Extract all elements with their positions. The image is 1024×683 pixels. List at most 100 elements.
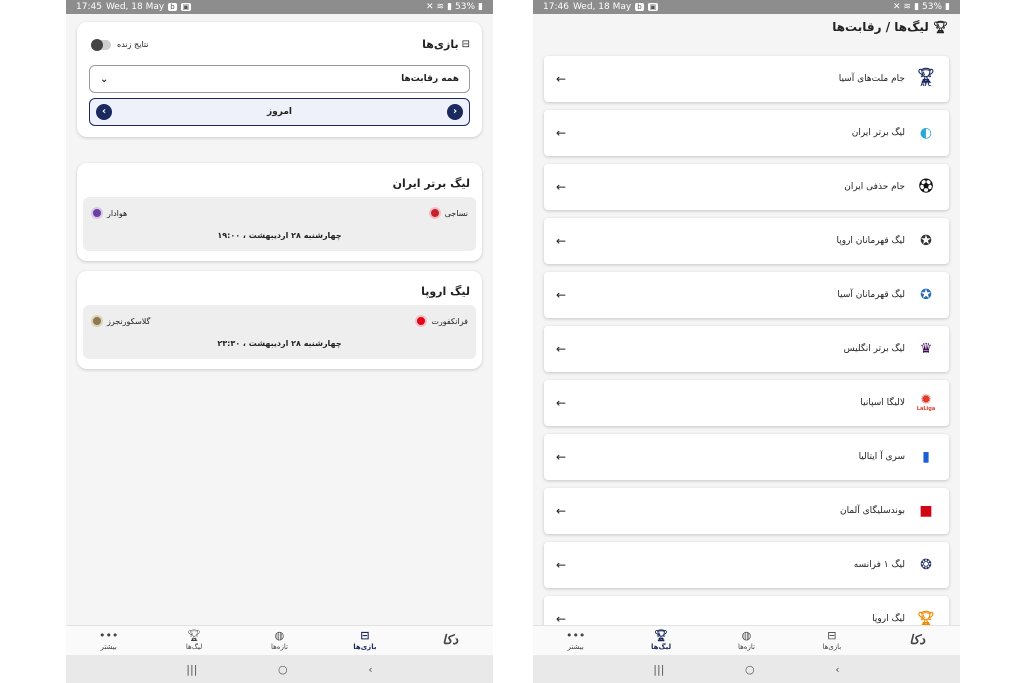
league-list-item[interactable]: ← لیگ قهرمانان اروپا ✪ xyxy=(544,218,949,264)
wifi-icon: ≋ xyxy=(903,2,912,12)
nav-news[interactable]: ◍ تازه‌ها xyxy=(716,629,776,652)
logo-text: AFC xyxy=(920,82,932,88)
signal-icon: ▮ xyxy=(447,2,453,12)
league-list-item[interactable]: ← بوندسلیگای آلمان ■ xyxy=(544,488,949,534)
bottom-nav: ••• بیشتر 🏆︎ لیگ‌ها ◍ تازه‌ها ⊟ بازی‌ها … xyxy=(66,625,493,655)
notification-icon: b xyxy=(168,3,177,11)
league-list-item[interactable]: ← لیگ اروپا 🏆︎ xyxy=(544,596,949,625)
back-button[interactable]: ‹ xyxy=(368,663,372,676)
league-list-item[interactable]: ← لالیگا اسپانیا ✹ LaLiga xyxy=(544,380,949,426)
notification-icon: b xyxy=(635,3,644,11)
system-nav-bar: ||| ○ ‹ xyxy=(66,655,493,683)
league-list-item[interactable]: ← لیگ برتر انگلیس ♛ xyxy=(544,326,949,372)
arrow-left-icon: ← xyxy=(556,396,567,410)
brand-logo: دکا xyxy=(420,633,480,648)
league-list-item[interactable]: ← جام ملت‌های آسیا 🏆︎ AFC xyxy=(544,56,949,102)
back-button[interactable]: ‹ xyxy=(835,663,839,676)
nassaji-logo xyxy=(428,207,441,219)
nav-more-label: بیشتر xyxy=(100,643,117,651)
league-list-item[interactable]: ← لیگ قهرمانان آسیا ✪ xyxy=(544,272,949,318)
nav-news-label: تازه‌ها xyxy=(737,643,755,651)
premier-league-logo: ♛ xyxy=(919,341,933,357)
arrow-left-icon: ← xyxy=(556,72,567,86)
match-item[interactable]: نساجی هوادار چهارشنبه ۲۸ اردیبهشت ، ۱۹:۰… xyxy=(83,197,476,251)
globe-icon: ◍ xyxy=(274,629,285,642)
trophy-icon: 🏆︎ xyxy=(654,629,669,642)
home-team-name: فرانکفورت xyxy=(431,316,468,326)
afc-champions-league-logo: ✪ xyxy=(920,287,932,303)
field-icon: ⊟ xyxy=(360,629,370,642)
bottom-nav: ••• بیشتر 🏆︎ لیگ‌ها ◍ تازه‌ها ⊟ بازی‌ها … xyxy=(533,625,960,655)
league-name: لیگ ۱ فرانسه xyxy=(853,560,905,570)
league-name: لیگ برتر ایران xyxy=(851,128,905,138)
havadar-logo xyxy=(91,207,103,219)
globe-icon: ◍ xyxy=(741,629,752,642)
home-button[interactable]: ○ xyxy=(745,663,755,676)
arrow-left-icon: ← xyxy=(556,288,567,302)
logo-text: LaLiga xyxy=(916,406,936,412)
nav-leagues[interactable]: 🏆︎ لیگ‌ها xyxy=(164,629,224,652)
away-team: هوادار xyxy=(91,207,127,219)
bundesliga-logo: ■ xyxy=(919,503,933,519)
away-team-name: هوادار xyxy=(107,208,128,218)
games-screen: 17:45 Wed, 18 May b ▣ ✕ ≋ ▮ 53% ▮ نتایج … xyxy=(66,0,493,683)
nav-leagues-label: لیگ‌ها xyxy=(185,643,203,651)
persian-gulf-league-logo: ◐ xyxy=(919,125,933,141)
next-day-button[interactable]: › xyxy=(447,104,463,120)
home-team: نساجی xyxy=(428,207,468,219)
page-title: لیگ‌ها / رقابت‌ها xyxy=(832,20,929,34)
match-item[interactable]: فرانکفورت گلاسکورنجرز چهارشنبه ۲۸ اردیبه… xyxy=(83,305,476,359)
recent-apps-button[interactable]: ||| xyxy=(186,663,197,676)
nav-games[interactable]: ⊟ بازی‌ها xyxy=(802,629,862,652)
league-list-item[interactable]: ← سری آ ایتالیا ▮ xyxy=(544,434,949,480)
field-icon: ⊟ xyxy=(461,39,470,50)
status-date: Wed, 18 May xyxy=(572,2,632,12)
league-name: لیگ برتر انگلیس xyxy=(843,344,905,354)
rangers-logo xyxy=(91,315,103,327)
battery-icon: ▮ xyxy=(478,2,483,12)
recent-apps-button[interactable]: ||| xyxy=(653,663,664,676)
gallery-icon: ▣ xyxy=(647,3,659,11)
nav-more[interactable]: ••• بیشتر xyxy=(546,630,606,652)
status-time: 17:45 xyxy=(76,2,102,12)
away-team: گلاسکورنجرز xyxy=(91,315,150,327)
league-list-item[interactable]: ← جام حذفی ایران ⚽︎ xyxy=(544,164,949,210)
page-header: 🏆︎ لیگ‌ها / رقابت‌ها xyxy=(832,20,948,34)
battery-level: 53% xyxy=(455,2,476,12)
previous-day-button[interactable]: ‹ xyxy=(96,104,112,120)
wifi-icon: ≋ xyxy=(436,2,445,12)
status-bar: 17:46 Wed, 18 May b ▣ ✕ ≋ ▮ 53% ▮ xyxy=(533,0,960,14)
nav-games[interactable]: ⊟ بازی‌ها xyxy=(335,629,395,652)
nav-more[interactable]: ••• بیشتر xyxy=(79,630,139,652)
league-name: لیگ قهرمانان آسیا xyxy=(837,290,905,300)
nav-games-label: بازی‌ها xyxy=(822,643,842,651)
europa-league-logo: 🏆︎ xyxy=(917,611,935,625)
league-name: لالیگا اسپانیا xyxy=(860,398,905,408)
arrow-left-icon: ← xyxy=(556,180,567,194)
serie-a-logo: ▮ xyxy=(922,449,930,465)
brand-logo: دکا xyxy=(887,633,947,648)
live-results-toggle-row[interactable]: نتایج زنده xyxy=(91,38,149,51)
arrow-left-icon: ← xyxy=(556,612,567,625)
league-title: لیگ اروپا xyxy=(421,285,470,298)
chevron-down-icon: ⌄ xyxy=(100,73,109,85)
nav-leagues[interactable]: 🏆︎ لیگ‌ها xyxy=(631,629,691,652)
nav-news[interactable]: ◍ تازه‌ها xyxy=(249,629,309,652)
arrow-left-icon: ← xyxy=(556,342,567,356)
mute-icon: ✕ xyxy=(425,2,434,12)
live-results-toggle[interactable] xyxy=(91,38,111,51)
status-bar: 17:45 Wed, 18 May b ▣ ✕ ≋ ▮ 53% ▮ xyxy=(66,0,493,14)
league-name: لیگ اروپا xyxy=(872,614,905,624)
competition-select[interactable]: ⌄ همه رقابت‌ها xyxy=(89,65,470,93)
field-icon: ⊟ xyxy=(827,629,837,642)
competition-select-value: همه رقابت‌ها xyxy=(401,74,459,84)
home-button[interactable]: ○ xyxy=(278,663,288,676)
away-team-name: گلاسکورنجرز xyxy=(107,316,151,326)
trophy-icon: 🏆︎ xyxy=(932,20,948,34)
status-time: 17:46 xyxy=(543,2,569,12)
games-filter-card: نتایج زنده بازی‌ها ⊟ ⌄ همه رقابت‌ها ‹ ام… xyxy=(77,22,482,137)
league-list-item[interactable]: ← لیگ برتر ایران ◐ xyxy=(544,110,949,156)
home-team: فرانکفورت xyxy=(415,315,468,327)
league-list-item[interactable]: ← لیگ ۱ فرانسه ❂ xyxy=(544,542,949,588)
trophy-icon: 🏆︎ xyxy=(187,629,202,642)
